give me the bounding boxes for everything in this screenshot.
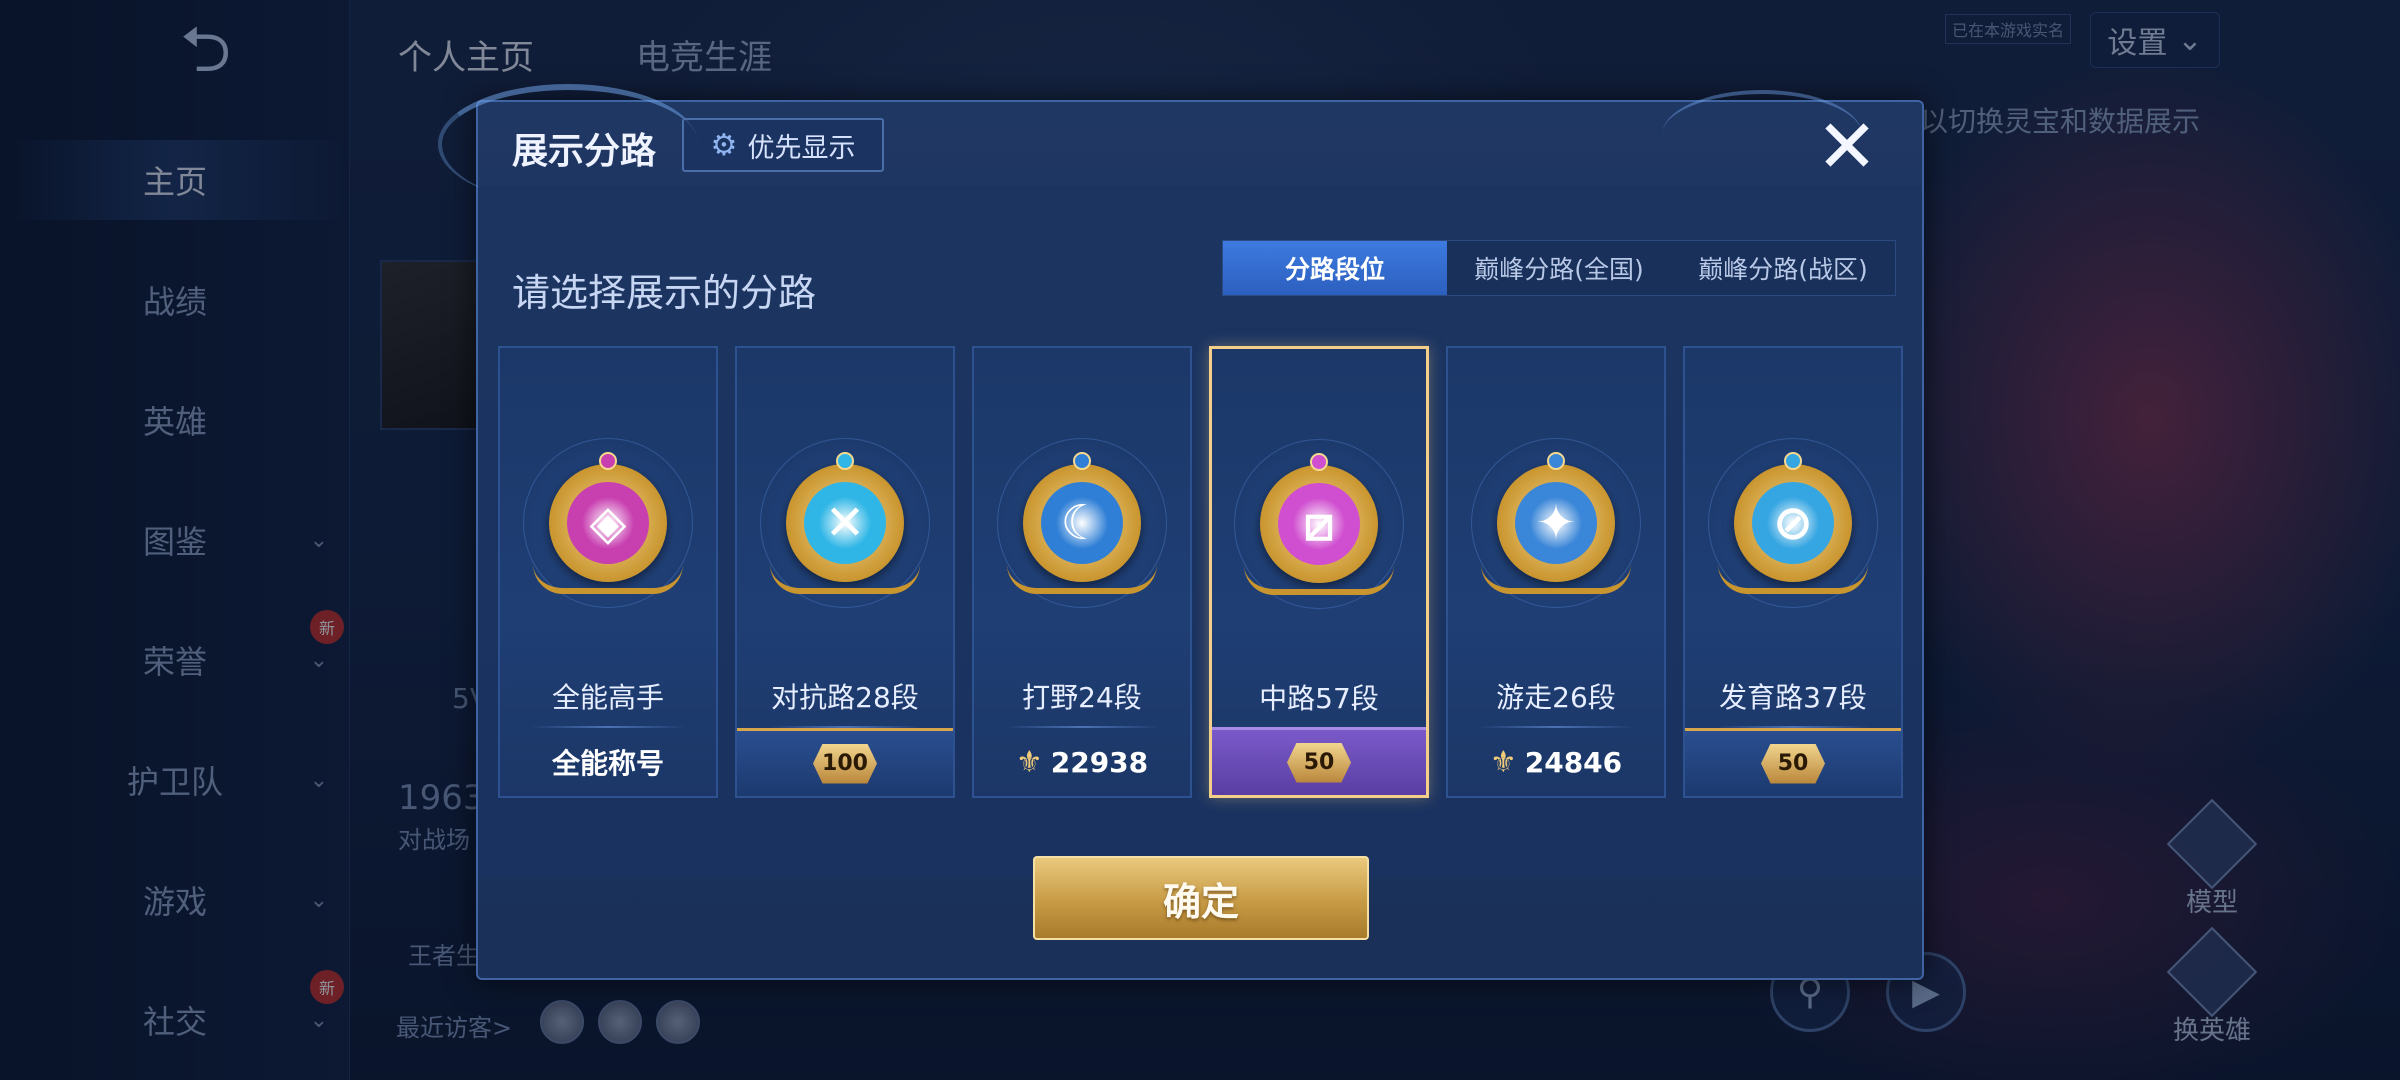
medal-gem-icon [1784, 452, 1802, 470]
level-badge: 50 [1287, 742, 1351, 783]
rank-medal-icon: ◈ [533, 452, 683, 594]
lane-card[interactable]: ☾ 打野24段 ⚜ 22938 [972, 346, 1192, 798]
lane-name: 对抗路28段 [771, 681, 919, 714]
lane-emblem-icon: ◈ [567, 482, 649, 564]
lane-card-footer: 全能称号 [500, 728, 716, 796]
lane-name: 打野24段 [1022, 681, 1142, 714]
tab-peak-lane-region[interactable]: 巅峰分路(战区) [1671, 241, 1895, 295]
peak-score-icon: ⚜ [1015, 744, 1043, 780]
lane-emblem-icon: ⊘ [1752, 482, 1834, 564]
lane-tabs: 分路段位 巅峰分路(全国) 巅峰分路(战区) [1222, 240, 1896, 296]
rank-medal-icon: ☾ [1007, 452, 1157, 594]
lane-card-footer: ⚜ 24846 [1448, 728, 1664, 796]
medal-halo: ☾ [997, 438, 1167, 608]
medal-wing-icon [1007, 564, 1157, 594]
lane-card[interactable]: ⧄ 中路57段 50 [1209, 346, 1429, 798]
medal-wing-icon [770, 564, 920, 594]
medal-halo: ✕ [760, 438, 930, 608]
dialog-title: 展示分路 [512, 131, 657, 172]
lane-card[interactable]: ✕ 对抗路28段 100 [735, 346, 955, 798]
lane-card[interactable]: ✦ 游走26段 ⚜ 24846 [1446, 346, 1666, 798]
peak-score-icon: ⚜ [1489, 744, 1517, 780]
level-badge: 100 [813, 743, 877, 784]
lane-emblem-icon: ☾ [1041, 482, 1123, 564]
medal-wing-icon [533, 564, 683, 594]
lane-card-footer: 100 [737, 728, 953, 796]
rank-medal-icon: ⧄ [1244, 453, 1394, 595]
rank-medal-icon: ⊘ [1718, 452, 1868, 594]
select-prompt: 请选择展示的分路 [512, 271, 817, 315]
peak-score: 22938 [1050, 745, 1149, 779]
medal-gem-icon [1310, 453, 1328, 471]
priority-label: 优先显示 [747, 132, 856, 164]
lane-name: 中路57段 [1259, 682, 1379, 715]
rank-medal-icon: ✦ [1481, 452, 1631, 594]
lane-card-footer: ⚜ 22938 [974, 728, 1190, 796]
display-lane-dialog: 展示分路 ⚙ 优先显示 ✕ 请选择展示的分路 分路段位 巅峰分路(全国) 巅峰分… [438, 84, 1924, 980]
peak-score: 24846 [1524, 745, 1623, 779]
medal-halo: ◈ [523, 438, 693, 608]
lane-card-footer: 50 [1212, 727, 1426, 795]
lane-card-footer: 50 [1685, 728, 1901, 796]
tab-peak-lane-national[interactable]: 巅峰分路(全国) [1447, 241, 1671, 295]
medal-halo: ⊘ [1708, 438, 1878, 608]
medal-wing-icon [1244, 565, 1394, 595]
title-label: 全能称号 [551, 747, 664, 780]
gear-icon: ⚙ [710, 127, 738, 163]
tab-lane-rank[interactable]: 分路段位 [1223, 241, 1447, 295]
medal-gem-icon [836, 452, 854, 470]
medal-halo: ✦ [1471, 438, 1641, 608]
lane-card[interactable]: ◈ 全能高手全能称号 [498, 346, 718, 798]
medal-gem-icon [599, 452, 617, 470]
rank-medal-icon: ✕ [770, 452, 920, 594]
lane-emblem-icon: ⧄ [1278, 483, 1360, 565]
lane-name: 全能高手 [551, 681, 664, 714]
lane-name: 游走26段 [1496, 681, 1616, 714]
lane-name: 发育路37段 [1719, 681, 1867, 714]
confirm-button[interactable]: 确定 [1033, 856, 1369, 940]
level-badge: 50 [1761, 743, 1825, 784]
medal-halo: ⧄ [1234, 439, 1404, 609]
medal-wing-icon [1718, 564, 1868, 594]
medal-gem-icon [1073, 452, 1091, 470]
lane-card[interactable]: ⊘ 发育路37段 50 [1683, 346, 1903, 798]
lane-cards: ◈ 全能高手 全能称号 ✕ 对抗路28段 100 ☾ 打野24段 ⚜ 22938 ⧄ 中路57段 50 ✦… [498, 346, 1903, 798]
priority-display-button[interactable]: ⚙ 优先显示 [682, 118, 884, 172]
close-icon[interactable]: ✕ [1812, 110, 1882, 184]
medal-gem-icon [1547, 452, 1565, 470]
medal-wing-icon [1481, 564, 1631, 594]
lane-emblem-icon: ✕ [804, 482, 886, 564]
lane-emblem-icon: ✦ [1515, 482, 1597, 564]
